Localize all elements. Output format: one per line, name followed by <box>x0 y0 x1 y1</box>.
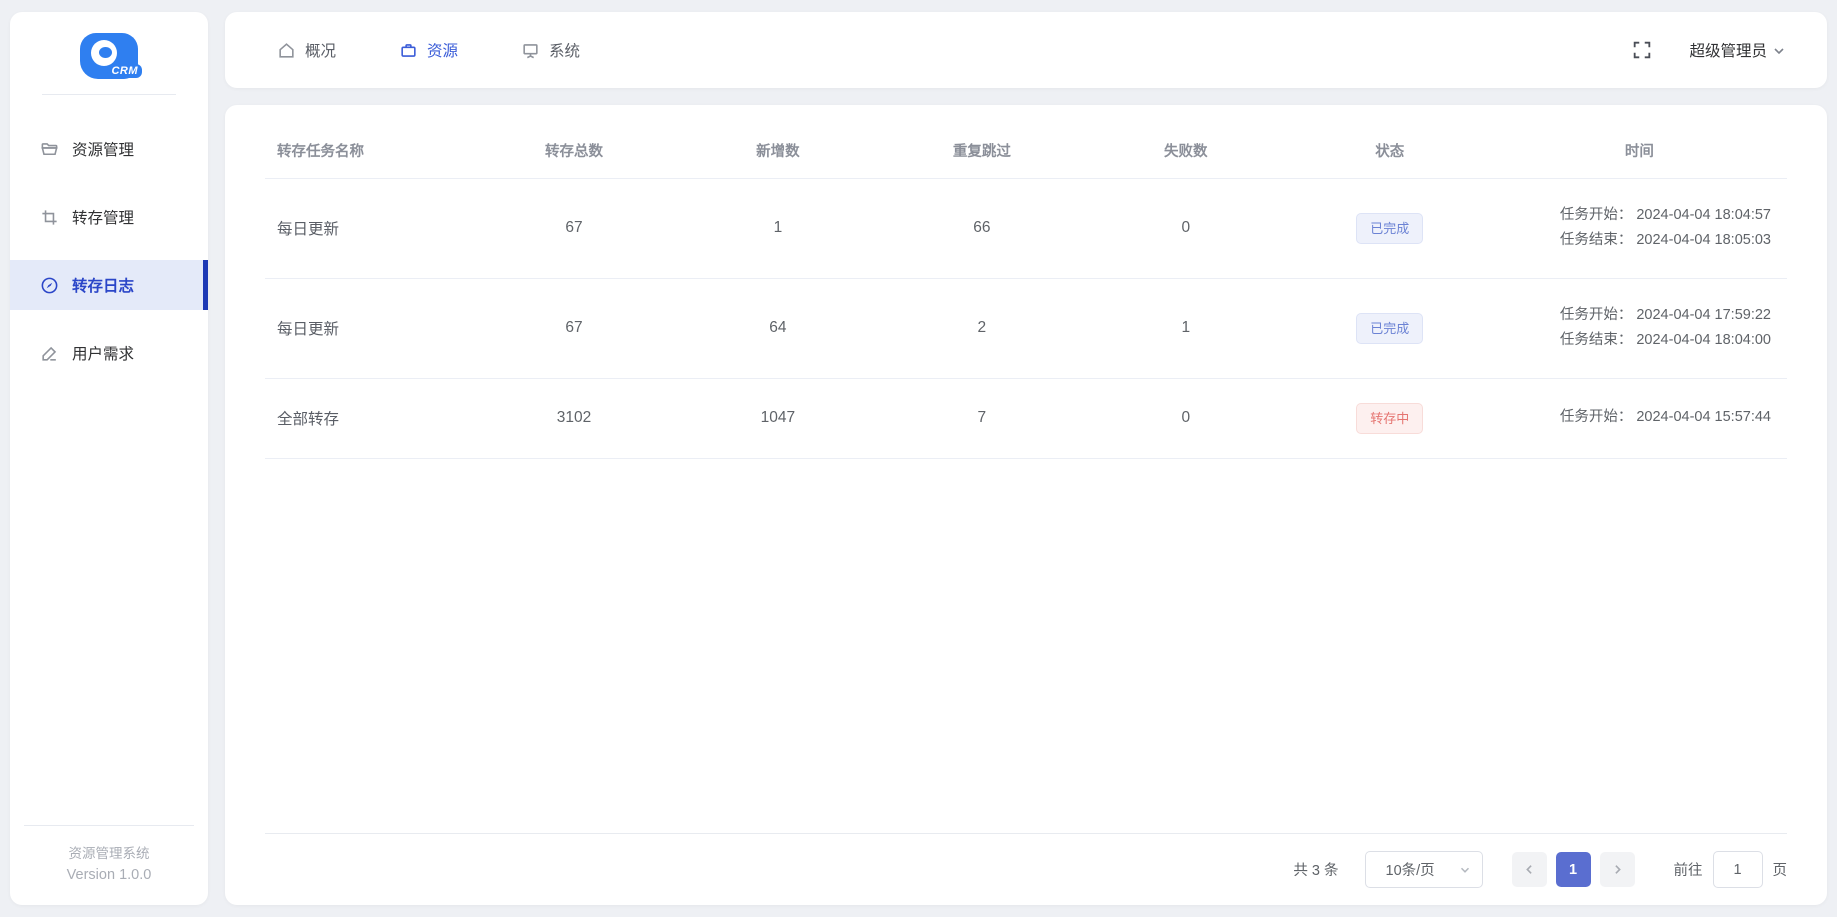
cell-failed: 0 <box>1083 178 1288 279</box>
header-added: 新增数 <box>675 119 880 179</box>
cell-total: 67 <box>471 178 676 279</box>
header-time: 时间 <box>1491 119 1787 179</box>
page-number-button[interactable]: 1 <box>1555 852 1591 887</box>
cell-added: 1 <box>675 178 880 279</box>
cell-added: 64 <box>675 278 880 379</box>
cell-total: 3102 <box>471 378 676 459</box>
fullscreen-icon[interactable] <box>1631 39 1653 61</box>
sidebar-item-user-demand[interactable]: 用户需求 <box>10 328 208 378</box>
cell-failed: 0 <box>1083 378 1288 459</box>
cell-total: 67 <box>471 278 676 379</box>
user-name: 超级管理员 <box>1689 43 1767 60</box>
pen-icon <box>40 344 59 363</box>
cell-status: 已完成 <box>1287 178 1492 279</box>
logo: CRM <box>10 12 208 90</box>
time-start: 任务开始： 2024-04-04 15:57:44 <box>1559 409 1771 426</box>
tab-label: 系统 <box>549 43 581 60</box>
page: CRM 资源管理 转存管理 转存日志 用户需求 资源管理系统 Version 1… <box>0 0 1837 917</box>
crop-icon <box>40 208 59 227</box>
tab-overview[interactable]: 概况 <box>277 39 336 61</box>
sidebar-item-label: 转存管理 <box>72 210 135 227</box>
sidebar-item-resource-manage[interactable]: 资源管理 <box>10 124 208 174</box>
sidebar-menu: 资源管理 转存管理 转存日志 用户需求 <box>10 109 208 387</box>
sidebar-item-label: 资源管理 <box>72 142 135 159</box>
pagination: 共 3 条 10条/页 1 前往 页 <box>265 833 1787 905</box>
cell-time: 任务开始： 2024-04-04 18:04:57 任务结束： 2024-04-… <box>1491 178 1787 279</box>
goto-page: 前往 页 <box>1673 851 1788 888</box>
logo-text: CRM <box>107 64 142 78</box>
main-column: 概况 资源 系统 超级管理员 转存任务名称 转存总数 新增数 重复跳过 失败数 … <box>225 12 1827 905</box>
tab-label: 概况 <box>305 43 337 60</box>
cell-status: 转存中 <box>1287 378 1492 459</box>
log-table-area: 转存任务名称 转存总数 新增数 重复跳过 失败数 状态 时间 每日更新 67 1… <box>265 119 1787 833</box>
status-badge: 转存中 <box>1356 402 1424 434</box>
sidebar-item-transfer-manage[interactable]: 转存管理 <box>10 192 208 242</box>
version-text: Version 1.0.0 <box>66 867 152 883</box>
cell-task-name: 每日更新 <box>265 178 472 279</box>
topbar: 概况 资源 系统 超级管理员 <box>225 12 1827 88</box>
cell-skipped: 2 <box>879 278 1084 379</box>
status-badge: 已完成 <box>1356 212 1424 244</box>
table-row: 每日更新 67 64 2 1 已完成 任务开始： 2024-04-04 17:5… <box>265 278 1787 379</box>
briefcase-icon <box>399 41 418 60</box>
folder-icon <box>40 140 59 159</box>
cell-skipped: 66 <box>879 178 1084 279</box>
page-size-value: 10条/页 <box>1385 863 1435 879</box>
chevron-right-icon <box>1614 865 1621 874</box>
user-dropdown[interactable]: 超级管理员 <box>1689 39 1787 61</box>
prev-page-button[interactable] <box>1511 852 1547 887</box>
sidebar: CRM 资源管理 转存管理 转存日志 用户需求 资源管理系统 Version 1… <box>10 12 208 905</box>
time-start: 任务开始： 2024-04-04 18:04:57 <box>1559 207 1771 223</box>
header-failed: 失败数 <box>1083 119 1288 179</box>
time-end: 任务结束： 2024-04-04 18:05:03 <box>1559 232 1771 249</box>
cell-status: 已完成 <box>1287 278 1492 379</box>
page-size-select[interactable]: 10条/页 <box>1364 851 1483 888</box>
table-row: 每日更新 67 1 66 0 已完成 任务开始： 2024-04-04 18:0… <box>265 178 1787 279</box>
status-badge: 已完成 <box>1356 312 1424 344</box>
system-name: 资源管理系统 <box>68 846 150 861</box>
header-task-name: 转存任务名称 <box>265 119 472 179</box>
time-start: 任务开始： 2024-04-04 17:59:22 <box>1559 306 1771 323</box>
cell-time: 任务开始： 2024-04-04 17:59:22 任务结束： 2024-04-… <box>1491 278 1787 379</box>
crm-logo-icon: CRM <box>80 33 142 79</box>
cell-task-name: 每日更新 <box>265 278 472 379</box>
log-circle-icon <box>40 276 59 295</box>
tab-resource[interactable]: 资源 <box>399 39 458 61</box>
total-count: 共 3 条 <box>1293 863 1339 879</box>
tab-system[interactable]: 系统 <box>521 39 580 61</box>
header-skipped: 重复跳过 <box>879 119 1084 179</box>
cell-failed: 1 <box>1083 278 1288 379</box>
cell-skipped: 7 <box>879 378 1084 459</box>
cell-added: 1047 <box>675 378 880 459</box>
cell-task-name: 全部转存 <box>265 378 472 459</box>
chevron-left-icon <box>1525 865 1532 874</box>
table-row: 全部转存 3102 1047 7 0 转存中 任务开始： 2024-04-04 … <box>265 378 1787 459</box>
chevron-down-icon <box>1458 863 1472 877</box>
table-header-row: 转存任务名称 转存总数 新增数 重复跳过 失败数 状态 时间 <box>265 119 1787 179</box>
transfer-log-table: 转存任务名称 转存总数 新增数 重复跳过 失败数 状态 时间 每日更新 67 1… <box>265 119 1787 459</box>
goto-label: 前往 <box>1673 863 1703 879</box>
monitor-icon <box>521 41 540 60</box>
home-icon <box>277 41 296 60</box>
goto-page-input[interactable] <box>1712 851 1763 888</box>
active-indicator <box>203 260 208 310</box>
chevron-down-icon <box>1771 43 1787 59</box>
header-total: 转存总数 <box>471 119 676 179</box>
time-end: 任务结束： 2024-04-04 18:04:00 <box>1559 332 1771 349</box>
header-status: 状态 <box>1287 119 1492 179</box>
sidebar-item-transfer-log[interactable]: 转存日志 <box>10 260 208 310</box>
sidebar-footer: 资源管理系统 Version 1.0.0 <box>24 825 194 905</box>
next-page-button[interactable] <box>1599 852 1635 887</box>
tab-label: 资源 <box>427 43 459 60</box>
cell-time: 任务开始： 2024-04-04 15:57:44 <box>1491 378 1787 459</box>
sidebar-item-label: 转存日志 <box>72 278 135 295</box>
content-card: 转存任务名称 转存总数 新增数 重复跳过 失败数 状态 时间 每日更新 67 1… <box>225 105 1827 905</box>
divider <box>42 94 176 95</box>
goto-suffix: 页 <box>1772 863 1788 879</box>
sidebar-item-label: 用户需求 <box>72 346 135 363</box>
